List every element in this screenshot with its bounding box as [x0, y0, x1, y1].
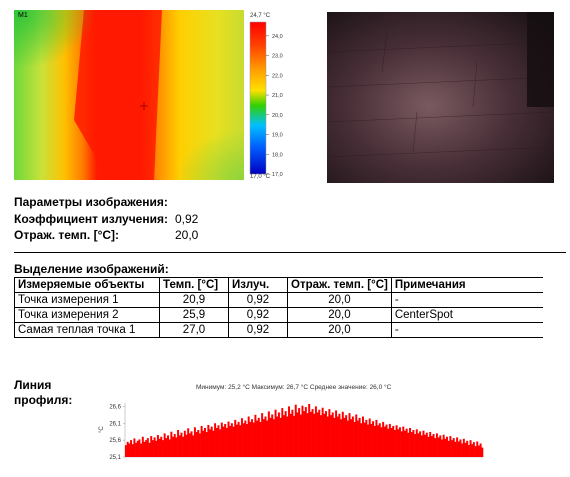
cell-notes: CenterSpot	[390, 307, 543, 323]
reflected-temp-value: 20,0	[175, 228, 199, 242]
temperature-scale: 24,0 23,0 22,0 21,0 20,0 19,0 18,0 17,0	[249, 21, 283, 178]
scale-tick-label: 19,0	[272, 133, 283, 139]
selection-heading: Выделение изображений:	[14, 262, 169, 276]
table-row: Точка измерения 1 20,9 0,92 20,0 -	[14, 292, 543, 308]
cell-reflected: 20,0	[287, 307, 392, 323]
col-objects: Измеряемые объекты	[14, 277, 160, 293]
table-header-row: Измеряемые объекты Темп. [°C] Излуч. Отр…	[14, 277, 543, 293]
cell-temp: 20,9	[159, 292, 229, 308]
cell-object: Точка измерения 2	[14, 307, 160, 323]
profile-chart: 26,6 26,1 25,6 25,1 °C	[99, 403, 484, 461]
params-heading: Параметры изображения:	[14, 195, 168, 209]
y-tick-label: 25,6	[109, 438, 121, 444]
separator	[14, 252, 566, 253]
emissivity-value: 0,92	[175, 212, 199, 226]
cell-object: Точка измерения 1	[14, 292, 160, 308]
visual-photo	[327, 12, 554, 183]
cell-temp: 25,9	[159, 307, 229, 323]
cell-notes: -	[390, 292, 543, 308]
col-reflected: Отраж. темп. [°C]	[287, 277, 392, 293]
table-row: Точка измерения 2 25,9 0,92 20,0 CenterS…	[14, 307, 543, 323]
table-row: Самая теплая точка 1 27,0 0,92 20,0 -	[14, 322, 543, 338]
profile-label-2: профиля:	[14, 393, 73, 407]
scale-tick-label: 24,0	[272, 34, 283, 40]
cell-emissivity: 0,92	[228, 307, 288, 323]
emissivity-label: Коэффициент излучения:	[14, 212, 168, 226]
reflected-temp-label: Отраж. темп. [°C]:	[14, 228, 120, 242]
cell-temp: 27,0	[159, 322, 229, 338]
y-axis-label: °C	[99, 426, 105, 433]
y-tick-label: 25,1	[109, 455, 121, 461]
scale-tick-label: 18,0	[272, 152, 283, 158]
scale-tick-label: 23,0	[272, 54, 283, 60]
scale-max-label: 24,7 °C	[250, 13, 271, 19]
y-tick-label: 26,6	[109, 404, 121, 410]
marker-label: M1	[18, 12, 28, 19]
cell-emissivity: 0,92	[228, 292, 288, 308]
col-notes: Примечания	[390, 277, 543, 293]
profile-bar	[481, 447, 484, 457]
y-tick-label: 26,1	[109, 421, 121, 427]
thermal-image	[14, 10, 244, 180]
cell-reflected: 20,0	[287, 292, 392, 308]
scale-tick-label: 17,0	[272, 172, 283, 178]
profile-label-1: Линия	[14, 378, 52, 392]
cell-emissivity: 0,92	[228, 322, 288, 338]
scale-min-label: 17,0 °C	[250, 174, 271, 180]
measurement-table: Измеряемые объекты Темп. [°C] Излуч. Отр…	[14, 277, 543, 338]
profile-stats: Минимум: 25,2 °C Максимум: 26,7 °C Средн…	[196, 384, 392, 391]
cell-notes: -	[390, 322, 543, 338]
col-emissivity: Излуч.	[228, 277, 288, 293]
cell-object: Самая теплая точка 1	[14, 322, 160, 338]
col-temp: Темп. [°C]	[159, 277, 229, 293]
cell-reflected: 20,0	[287, 322, 392, 338]
scale-tick-label: 20,0	[272, 113, 283, 119]
scale-tick-label: 21,0	[272, 93, 283, 99]
scale-tick-label: 22,0	[272, 73, 283, 79]
